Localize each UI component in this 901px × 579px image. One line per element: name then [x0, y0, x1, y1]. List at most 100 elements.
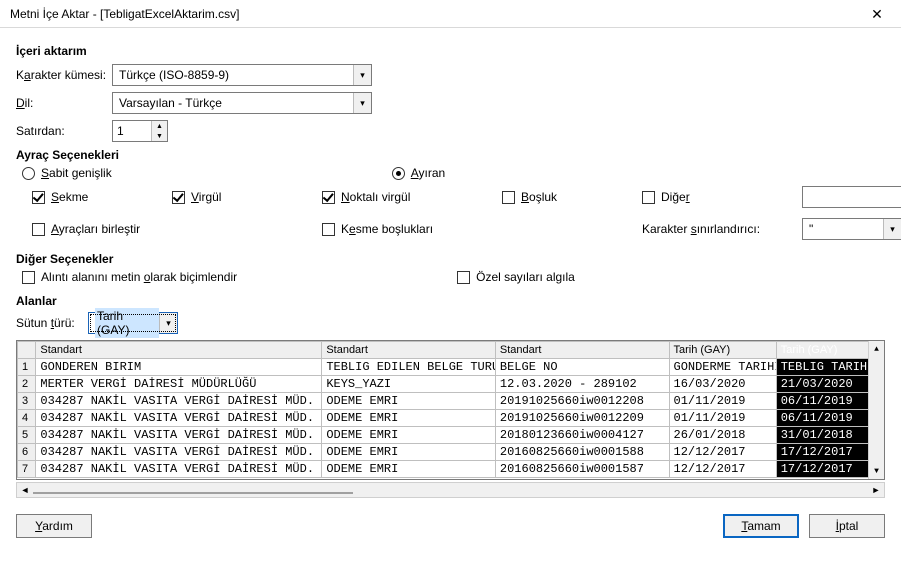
- scrollbar-horizontal[interactable]: ◄ ►: [16, 482, 885, 498]
- table-cell: ODEME EMRI: [322, 427, 496, 444]
- check-space[interactable]: Boşluk: [502, 190, 642, 204]
- table-cell: ODEME EMRI: [322, 393, 496, 410]
- checkbox-icon: [32, 191, 45, 204]
- table-cell: 034287 NAKİL VASITA VERGİ DAİRESİ MÜD.: [36, 461, 322, 478]
- separator-heading: Ayraç Seçenekleri: [16, 148, 119, 162]
- import-heading: İçeri aktarım: [16, 44, 885, 58]
- table-cell: 034287 NAKİL VASITA VERGİ DAİRESİ MÜD.: [36, 444, 322, 461]
- checkbox-icon: [172, 191, 185, 204]
- column-header[interactable]: Standart: [495, 342, 669, 359]
- rownum-cell: 7: [18, 461, 36, 478]
- fromrow-label: Satırdan:: [16, 124, 112, 138]
- textdelim-label: Karakter sınırlandırıcı:: [642, 222, 802, 236]
- table-cell: 12/12/2017: [669, 444, 776, 461]
- table-cell: MERTER VERGİ DAİRESİ MÜDÜRLÜĞÜ: [36, 376, 322, 393]
- rownum-cell: 6: [18, 444, 36, 461]
- check-quoted-as-text[interactable]: Alıntı alanını metin olarak biçimlendir: [22, 270, 237, 284]
- checkbox-icon: [642, 191, 655, 204]
- ok-button[interactable]: Tamam: [723, 514, 799, 538]
- titlebar: Metni İçe Aktar - [TebligatExcelAktarim.…: [0, 0, 901, 28]
- rownum-cell: 2: [18, 376, 36, 393]
- table-cell: ODEME EMRI: [322, 410, 496, 427]
- rownum-cell: 3: [18, 393, 36, 410]
- table-row[interactable]: 5034287 NAKİL VASITA VERGİ DAİRESİ MÜD.O…: [18, 427, 884, 444]
- textdelim-value: ": [809, 222, 883, 236]
- table-cell: BELGE NO: [495, 359, 669, 376]
- table-cell: 12/12/2017: [669, 461, 776, 478]
- scroll-thumb[interactable]: [33, 492, 353, 494]
- preview-table[interactable]: StandartStandartStandartTarih (GAY)Tarih…: [16, 340, 885, 480]
- radio-fixed-width[interactable]: Sabit genişlik: [22, 166, 112, 180]
- rownum-cell: 4: [18, 410, 36, 427]
- table-row[interactable]: 7034287 NAKİL VASITA VERGİ DAİRESİ MÜD.O…: [18, 461, 884, 478]
- scroll-up-icon[interactable]: ▲: [869, 341, 884, 357]
- textdelim-combo[interactable]: " ▾: [802, 218, 901, 240]
- table-row[interactable]: 1GONDEREN BIRIMTEBLIG EDILEN BELGE TURUB…: [18, 359, 884, 376]
- table-row[interactable]: 2MERTER VERGİ DAİRESİ MÜDÜRLÜĞÜKEYS_YAZI…: [18, 376, 884, 393]
- radio-icon: [22, 167, 35, 180]
- table-cell: 12.03.2020 - 289102: [495, 376, 669, 393]
- spinner-up-icon[interactable]: ▲: [152, 121, 167, 131]
- table-cell: KEYS_YAZI: [322, 376, 496, 393]
- column-header[interactable]: Standart: [36, 342, 322, 359]
- table-cell: TEBLIG EDILEN BELGE TURU: [322, 359, 496, 376]
- check-comma[interactable]: Virgül: [172, 190, 322, 204]
- check-semicolon[interactable]: Noktalı virgül: [322, 190, 502, 204]
- checkbox-icon: [32, 223, 45, 236]
- column-header[interactable]: Standart: [322, 342, 496, 359]
- chevron-down-icon: ▾: [159, 313, 177, 333]
- table-cell: 20160825660iw0001587: [495, 461, 669, 478]
- lang-label: Dil:: [16, 96, 112, 110]
- fromrow-spinner[interactable]: 1 ▲ ▼: [112, 120, 168, 142]
- table-cell: GONDEREN BIRIM: [36, 359, 322, 376]
- spinner-down-icon[interactable]: ▼: [152, 131, 167, 141]
- fromrow-value: 1: [113, 121, 151, 141]
- lang-combo[interactable]: Varsayılan - Türkçe ▾: [112, 92, 372, 114]
- rownum-header: [18, 342, 36, 359]
- radio-delimited[interactable]: Ayıran: [392, 166, 445, 180]
- table-cell: 20191025660iw0012208: [495, 393, 669, 410]
- checkbox-icon: [457, 271, 470, 284]
- table-cell: 034287 NAKİL VASITA VERGİ DAİRESİ MÜD.: [36, 410, 322, 427]
- otheropts-heading: Diğer Seçenekler: [16, 252, 113, 266]
- check-other[interactable]: Diğer: [642, 190, 802, 204]
- charset-combo[interactable]: Türkçe (ISO-8859-9) ▾: [112, 64, 372, 86]
- chevron-down-icon: ▾: [883, 219, 901, 239]
- table-cell: 20160825660iw0001588: [495, 444, 669, 461]
- rownum-cell: 1: [18, 359, 36, 376]
- radio-icon: [392, 167, 405, 180]
- scrollbar-vertical[interactable]: ▲ ▼: [868, 341, 884, 479]
- table-cell: 034287 NAKİL VASITA VERGİ DAİRESİ MÜD.: [36, 427, 322, 444]
- table-cell: 26/01/2018: [669, 427, 776, 444]
- other-delim-input[interactable]: [802, 186, 901, 208]
- table-row[interactable]: 6034287 NAKİL VASITA VERGİ DAİRESİ MÜD.O…: [18, 444, 884, 461]
- check-trim[interactable]: Kesme boşlukları: [322, 222, 502, 236]
- table-row[interactable]: 4034287 NAKİL VASITA VERGİ DAİRESİ MÜD.O…: [18, 410, 884, 427]
- cancel-button[interactable]: İptal: [809, 514, 885, 538]
- scroll-left-icon[interactable]: ◄: [17, 485, 33, 495]
- column-header[interactable]: Tarih (GAY): [669, 342, 776, 359]
- check-tab[interactable]: Sekme: [32, 190, 172, 204]
- check-merge[interactable]: Ayraçları birleştir: [32, 222, 172, 236]
- rownum-cell: 5: [18, 427, 36, 444]
- coltype-label: Sütun türü:: [16, 316, 88, 330]
- coltype-combo[interactable]: Tarih (GAY) ▾: [88, 312, 178, 334]
- help-button[interactable]: Yardım: [16, 514, 92, 538]
- fields-heading: Alanlar: [16, 294, 57, 308]
- scroll-down-icon[interactable]: ▼: [869, 463, 884, 479]
- close-icon[interactable]: ✕: [859, 0, 895, 28]
- checkbox-icon: [22, 271, 35, 284]
- window-title: Metni İçe Aktar - [TebligatExcelAktarim.…: [10, 7, 859, 21]
- scroll-right-icon[interactable]: ►: [868, 485, 884, 495]
- table-cell: 034287 NAKİL VASITA VERGİ DAİRESİ MÜD.: [36, 393, 322, 410]
- checkbox-icon: [322, 223, 335, 236]
- check-detect-special[interactable]: Özel sayıları algıla: [457, 270, 575, 284]
- lang-value: Varsayılan - Türkçe: [119, 96, 353, 110]
- coltype-value: Tarih (GAY): [95, 308, 159, 338]
- table-cell: 01/11/2019: [669, 410, 776, 427]
- table-cell: 20180123660iw0004127: [495, 427, 669, 444]
- table-cell: 16/03/2020: [669, 376, 776, 393]
- charset-value: Türkçe (ISO-8859-9): [119, 68, 353, 82]
- table-cell: GONDERME TARIHI: [669, 359, 776, 376]
- table-row[interactable]: 3034287 NAKİL VASITA VERGİ DAİRESİ MÜD.O…: [18, 393, 884, 410]
